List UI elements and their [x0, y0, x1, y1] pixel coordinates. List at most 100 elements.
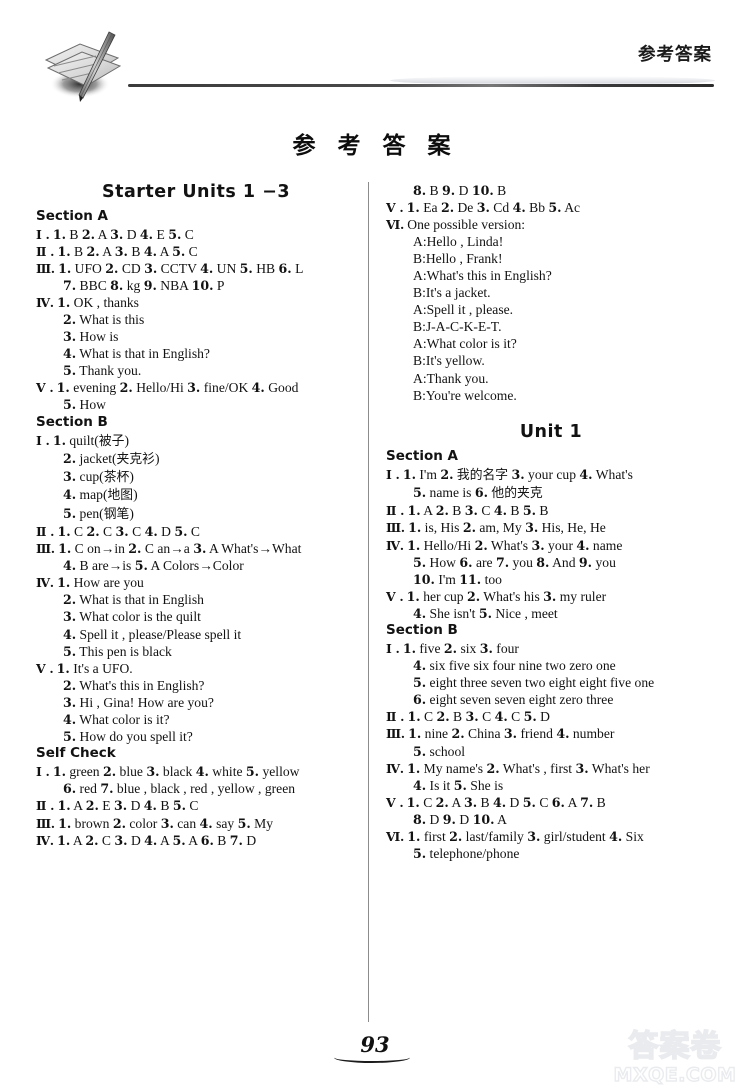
answer-line: Ⅴ . 1. Ea 2. De 3. Cd 4. Bb 5. Ac	[386, 199, 716, 216]
watermark-logo-text: 答案卷	[628, 1028, 722, 1064]
roman-numeral: Ⅰ .	[36, 764, 50, 780]
roman-numeral: Ⅲ.	[386, 520, 405, 536]
answer-text: 1. C 2. A 3. B 4. D 5. C 6. A 7. B	[406, 794, 606, 810]
answer-line: 2. jacket(夹克衫)	[36, 450, 356, 468]
answer-text: 7. BBC 8. kg 9. NBA 10. P	[63, 277, 225, 293]
answer-text: 5. How 6. are 7. you 8. And 9. you	[413, 554, 616, 570]
answer-text: 8. B 9. D 10. B	[413, 182, 507, 198]
answer-line: 10. I'm 11. too	[386, 571, 716, 588]
answer-text: 5. pen(钢笔)	[63, 505, 134, 522]
answer-text: 2. What is this	[63, 311, 145, 327]
roman-numeral: Ⅴ .	[386, 794, 404, 810]
answer-line: Ⅲ. 1. is, His 2. am, My 3. His, He, He	[386, 520, 716, 537]
answer-line: B:You're welcome.	[386, 387, 716, 404]
answer-text: B:It's a jacket.	[413, 285, 491, 301]
answer-line: Ⅲ. 1. nine 2. China 3. friend 4. number	[386, 726, 716, 743]
answer-line: Ⅰ . 1. I'm 2. 我的名字 3. your cup 4. What's	[386, 466, 716, 484]
roman-numeral: Ⅰ .	[386, 466, 400, 482]
answer-text: 2. jacket(夹克衫)	[63, 450, 160, 467]
roman-numeral: Ⅳ.	[386, 760, 404, 776]
answer-line: A:Spell it , please.	[386, 302, 716, 319]
answer-text: 3. cup(茶杯)	[63, 469, 134, 486]
answer-line: 7. BBC 8. kg 9. NBA 10. P	[36, 277, 356, 294]
answer-text: 1. brown 2. color 3. can 4. say 5. My	[58, 815, 274, 831]
answer-text: 1. A 2. E 3. D 4. B 5. C	[57, 798, 199, 814]
answer-line: A:What color is it?	[386, 336, 716, 353]
answer-line: Ⅰ . 1. B 2. A 3. D 4. E 5. C	[36, 226, 356, 243]
answer-line: A:Hello , Linda!	[386, 233, 716, 250]
answer-text: 1. her cup 2. What's his 3. my ruler	[406, 588, 607, 604]
roman-numeral: Ⅲ.	[36, 815, 55, 831]
right-column-body: 8. B 9. D 10. BⅤ . 1. Ea 2. De 3. Cd 4. …	[386, 182, 716, 862]
answer-line: 8. D 9. D 10. A	[386, 811, 716, 828]
answer-line: A:What's this in English?	[386, 267, 716, 284]
roman-numeral: Ⅱ .	[386, 503, 405, 519]
answer-text: 1. first 2. last/family 3. girl/student …	[407, 829, 644, 844]
answer-text: 4. What is that in English?	[63, 346, 210, 362]
answer-line: 4. B are→is 5. A Colors→Color	[36, 558, 356, 575]
answer-line: B:J-A-C-K-E-T.	[386, 319, 716, 336]
answer-line: 5. Thank you.	[36, 363, 356, 380]
answer-line: Ⅱ . 1. C 2. C 3. C 4. D 5. C	[36, 524, 356, 541]
section-heading: Section A	[386, 447, 458, 464]
answer-text: 5. name is 6. 他的夹克	[413, 485, 543, 502]
answer-text: 1. green 2. blue 3. black 4. white 5. ye…	[52, 764, 300, 780]
answer-text: A:Hello , Linda!	[413, 233, 504, 249]
answer-text: 1. How are you	[57, 575, 144, 591]
answer-text: 6. eight seven seven eight zero three	[413, 692, 614, 708]
answer-text: 1. B 2. A 3. D 4. E 5. C	[52, 226, 194, 242]
answer-text: 4. map(地图)	[63, 487, 138, 504]
answer-line: 4. She isn't 5. Nice , meet	[386, 605, 716, 622]
answer-text: 2. What is that in English	[63, 592, 204, 608]
answer-text: A:What color is it?	[413, 336, 517, 352]
roman-numeral: Ⅲ.	[36, 541, 55, 557]
answer-text: 4. six five six four nine two zero one	[413, 658, 616, 674]
answer-text: B:Hello , Frank!	[413, 250, 503, 266]
roman-numeral: Ⅴ .	[386, 199, 404, 215]
answer-text: B:You're welcome.	[413, 387, 517, 403]
answer-text: 1. is, His 2. am, My 3. His, He, He	[408, 520, 606, 536]
answer-line: Ⅳ. 1. Hello/Hi 2. What's 3. your 4. name	[386, 537, 716, 554]
answer-text: 2. What's this in English?	[63, 677, 205, 693]
page-header: 参考答案	[0, 0, 750, 105]
answer-text: 3. What color is the quilt	[63, 609, 201, 625]
answer-line: B:It's yellow.	[386, 353, 716, 370]
page-number: 93	[334, 1032, 411, 1063]
answer-text: 1. UFO 2. CD 3. CCTV 4. UN 5. HB 6. L	[58, 260, 304, 276]
answer-text: A:Thank you.	[413, 370, 489, 386]
answer-line: Ⅵ. 1. first 2. last/family 3. girl/stude…	[386, 829, 716, 846]
answer-line: A:Thank you.	[386, 370, 716, 387]
answer-line: 4. Is it 5. She is	[386, 777, 716, 794]
answer-line: Ⅳ. 1. A 2. C 3. D 4. A 5. A 6. B 7. D	[36, 832, 356, 849]
answer-line: Ⅰ . 1. quilt(被子)	[36, 432, 356, 450]
answer-text: 1. It's a UFO.	[56, 660, 133, 676]
answer-line: Ⅰ . 1. green 2. blue 3. black 4. white 5…	[36, 764, 356, 781]
roman-numeral: Ⅰ .	[36, 226, 50, 242]
watermark: 答案卷 MXQE.COM	[604, 1028, 746, 1087]
answer-text: 5. school	[413, 743, 466, 759]
answer-text: B:It's yellow.	[413, 353, 485, 369]
answer-line: Ⅴ . 1. evening 2. Hello/Hi 3. fine/OK 4.…	[36, 380, 356, 397]
roman-numeral: Ⅱ .	[36, 243, 55, 259]
answer-line: 3. What color is the quilt	[36, 609, 356, 626]
answer-line: 3. cup(茶杯)	[36, 469, 356, 487]
answer-text: 1. five 2. six 3. four	[402, 640, 519, 656]
right-column: 8. B 9. D 10. BⅤ . 1. Ea 2. De 3. Cd 4. …	[386, 182, 716, 863]
answer-line: Ⅲ. 1. C on→in 2. C an→a 3. A What's→What	[36, 541, 356, 558]
answer-text: 1. My name's 2. What's , first 3. What's…	[407, 760, 650, 776]
answer-text: 1. A 2. C 3. D 4. A 5. A 6. B 7. D	[57, 832, 257, 848]
answer-line: 4. Spell it , please/Please spell it	[36, 626, 356, 643]
answer-line: 2. What is this	[36, 311, 356, 328]
answer-text: 4. B are→is 5. A Colors→Color	[63, 558, 244, 574]
answer-line: Ⅳ. 1. OK , thanks	[36, 294, 356, 311]
answer-line: 5. How 6. are 7. you 8. And 9. you	[386, 554, 716, 571]
answer-line: 8. B 9. D 10. B	[386, 182, 716, 199]
answer-line: Ⅵ. One possible version:	[386, 216, 716, 233]
answer-text: B:J-A-C-K-E-T.	[413, 319, 502, 335]
left-column: Starter Units 1 −3 Section A Ⅰ . 1. B 2. …	[36, 182, 356, 849]
left-column-body: Section AⅠ . 1. B 2. A 3. D 4. E 5. CⅡ .…	[36, 209, 356, 849]
roman-numeral: Ⅳ.	[386, 537, 404, 553]
answer-line: Ⅱ . 1. A 2. B 3. C 4. B 5. B	[386, 503, 716, 520]
answer-line: Ⅲ. 1. UFO 2. CD 3. CCTV 4. UN 5. HB 6. L	[36, 260, 356, 277]
answer-line: Ⅴ . 1. C 2. A 3. B 4. D 5. C 6. A 7. B	[386, 794, 716, 811]
